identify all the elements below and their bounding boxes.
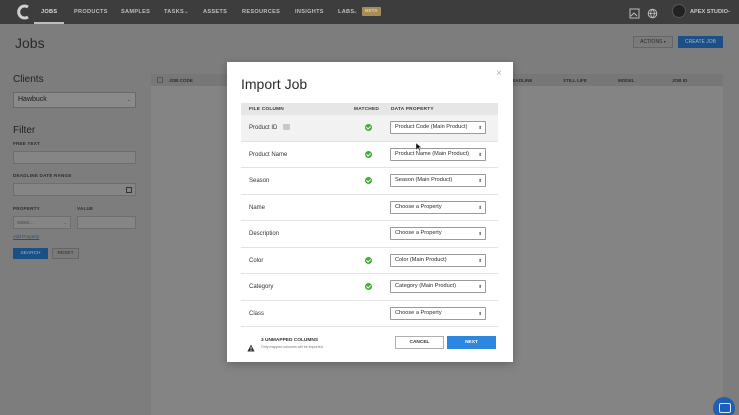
data-property-select[interactable]: Choose a Property ⬍ <box>390 200 486 214</box>
unmapped-columns-note: Only mapped columns will be imported <box>261 345 323 349</box>
select-arrows-icon: ⬍ <box>478 178 482 183</box>
mapping-row: Class Choose a Property ⬍ <box>241 300 498 327</box>
chevron-down-icon: ⌄ <box>184 9 189 15</box>
property-select[interactable]: Select... ⌄ <box>13 216 71 229</box>
select-arrows-icon: ⬍ <box>478 231 482 236</box>
client-select[interactable]: Hawbuck ⌄ <box>13 92 136 108</box>
header-matched: MATCHED <box>354 107 380 112</box>
column-header-job-id[interactable]: JOB ID <box>672 78 687 83</box>
app-logo-icon[interactable] <box>15 3 33 21</box>
add-property-link[interactable]: Add Property <box>13 234 39 239</box>
mouse-cursor-icon <box>415 138 423 152</box>
chevron-down-icon: ⌄ <box>126 97 131 103</box>
select-arrows-icon: ⬍ <box>478 257 482 263</box>
data-property-select[interactable]: Product Name (Main Product) ⬍ <box>390 147 486 161</box>
beta-badge: BETA <box>362 7 381 16</box>
column-header-job-code[interactable]: JOB CODE <box>169 78 193 83</box>
file-column-name: Name <box>249 204 266 211</box>
data-property-select[interactable]: Choose a Property ⬍ <box>390 227 486 240</box>
actions-button[interactable]: ACTIONS ▾ <box>633 36 673 48</box>
nav-item-insights[interactable]: INSIGHTS <box>295 9 324 15</box>
mapping-table-header: FILE COLUMN MATCHED DATA PROPERTY <box>241 103 498 115</box>
cancel-button[interactable]: CANCEL <box>395 336 444 349</box>
file-column-name: Class <box>249 310 265 317</box>
nav-item-products[interactable]: PRODUCTS <box>74 9 108 15</box>
file-column-name: Description <box>249 231 280 237</box>
nav-item-resources[interactable]: RESOURCES <box>242 9 280 15</box>
deadline-label: DEADLINE DATE RANGE <box>13 173 72 178</box>
avatar[interactable] <box>672 4 686 18</box>
image-icon[interactable] <box>629 6 640 19</box>
matched-check-icon <box>365 124 372 131</box>
data-property-select[interactable]: Choose a Property ⬍ <box>390 306 486 320</box>
select-arrows-icon: ⬍ <box>478 151 482 157</box>
header-file-column: FILE COLUMN <box>249 107 284 112</box>
matched-check-icon <box>365 256 372 264</box>
mapping-row: Name Choose a Property ⬍ <box>241 194 498 221</box>
column-header-still-life[interactable]: STILL LIFE <box>563 78 587 83</box>
free-text-input[interactable] <box>13 151 136 164</box>
reset-button[interactable]: RESET <box>52 248 79 259</box>
nav-item-labs[interactable]: LABS <box>338 9 354 15</box>
free-text-label: FREE TEXT <box>13 141 41 146</box>
mapping-row: Description Choose a Property ⬍ <box>241 221 498 248</box>
value-label: VALUE <box>77 206 94 211</box>
mapping-row: Product ID Product Code (Main Product) ⬍ <box>241 115 498 142</box>
chevron-down-icon: ⌄ <box>353 9 358 15</box>
data-property-select[interactable]: Category (Main Product) ⬍ <box>390 280 486 293</box>
nav-item-jobs[interactable]: JOBS <box>41 9 57 15</box>
top-navigation-bar: JOBS PRODUCTS SAMPLES TASKS ⌄ ASSETS RES… <box>0 0 739 24</box>
mapping-row: Product Name Product Name (Main Product)… <box>241 141 498 168</box>
file-column-name: Product Name <box>249 151 288 158</box>
matched-check-icon <box>365 150 372 158</box>
chevron-down-icon: ⌄ <box>276 9 281 15</box>
chevron-down-icon: ⌄ <box>63 220 67 225</box>
data-property-select[interactable]: Product Code (Main Product) ⬍ <box>390 121 486 134</box>
warning-icon <box>247 339 255 352</box>
nav-active-indicator <box>34 22 64 24</box>
clients-heading: Clients <box>13 74 44 85</box>
page-title: Jobs <box>15 35 45 51</box>
search-button[interactable]: SEARCH <box>13 248 48 259</box>
data-property-select[interactable]: Color (Main Product) ⬍ <box>390 253 486 267</box>
next-button[interactable]: NEXT <box>447 336 496 349</box>
value-input[interactable] <box>77 216 136 229</box>
chevron-down-icon: ⌄ <box>727 8 732 14</box>
account-name[interactable]: APEX STUDIO <box>690 9 728 15</box>
select-arrows-icon: ⬍ <box>478 125 482 130</box>
modal-title: Import Job <box>241 76 308 92</box>
select-arrows-icon: ⬍ <box>478 284 482 289</box>
column-header-model[interactable]: MODEL <box>618 78 635 83</box>
close-icon[interactable]: × <box>496 68 502 79</box>
property-label: PROPERTY <box>13 206 40 211</box>
file-column-name: Color <box>249 257 264 264</box>
file-column-name: Season <box>249 178 270 184</box>
select-arrows-icon: ⬍ <box>478 204 482 210</box>
select-arrows-icon: ⬍ <box>478 310 482 316</box>
calendar-icon[interactable] <box>126 187 132 193</box>
matched-check-icon <box>365 283 372 290</box>
mapping-row: Season Season (Main Product) ⬍ <box>241 168 498 195</box>
matched-check-icon <box>365 177 372 184</box>
data-property-select[interactable]: Season (Main Product) ⬍ <box>390 174 486 187</box>
create-job-button[interactable]: CREATE JOB <box>678 36 723 48</box>
file-column-name: Product ID <box>249 125 278 131</box>
deadline-date-input[interactable] <box>13 183 136 196</box>
nav-item-tasks[interactable]: TASKS <box>164 9 184 15</box>
globe-icon[interactable] <box>647 6 658 19</box>
mapping-row: Color Color (Main Product) ⬍ <box>241 247 498 274</box>
import-job-modal: Import Job × FILE COLUMN MATCHED DATA PR… <box>227 62 513 362</box>
select-all-checkbox[interactable] <box>157 77 163 83</box>
header-data-property: DATA PROPERTY <box>391 107 434 112</box>
nav-item-assets[interactable]: ASSETS <box>203 9 227 15</box>
column-tag-icon <box>283 124 290 130</box>
unmapped-columns-count: 3 UNMAPPED COLUMNS <box>261 338 319 343</box>
chat-support-icon[interactable] <box>713 397 735 415</box>
nav-item-samples[interactable]: SAMPLES <box>121 9 150 15</box>
file-column-name: Category <box>249 284 274 290</box>
filter-heading: Filter <box>13 125 36 136</box>
mapping-row: Category Category (Main Product) ⬍ <box>241 274 498 301</box>
